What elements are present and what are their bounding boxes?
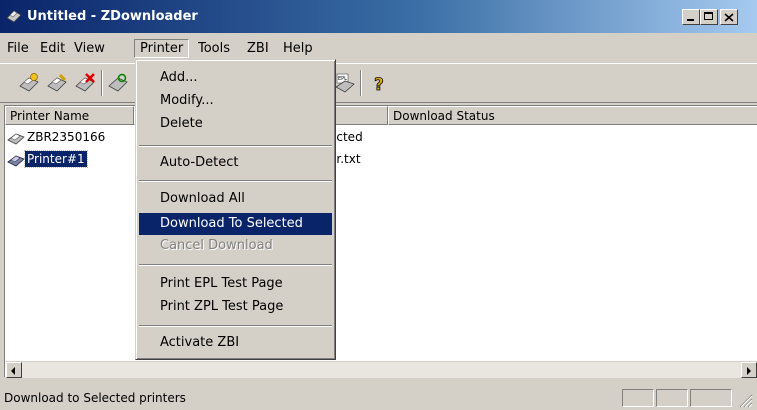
printer-name: ZBR2350166 <box>27 130 106 144</box>
table-row[interactable]: Printer#1 er.txt <box>5 150 757 169</box>
minimize-button[interactable] <box>682 9 700 25</box>
menu-zbi[interactable]: ZBI <box>242 39 274 58</box>
main-window: Untitled - ZDownloader File Edit View Pr… <box>0 0 757 410</box>
size-grip-icon[interactable] <box>737 392 753 408</box>
list-header: Printer Name d File Download Status <box>5 106 757 125</box>
status-panel <box>622 389 654 407</box>
arrow-left-icon <box>11 367 15 375</box>
printer-list[interactable]: Printer Name d File Download Status ZBR2… <box>4 105 757 377</box>
horizontal-scrollbar[interactable] <box>6 361 757 378</box>
menu-separator <box>139 145 332 147</box>
window-title: Untitled - ZDownloader <box>27 9 198 24</box>
printer-name-cell: ZBR2350166 <box>7 128 107 147</box>
status-bar: Download to Selected printers <box>0 386 757 410</box>
scroll-left-button[interactable] <box>6 362 22 378</box>
table-row[interactable]: ZBR2350166 ected <box>5 128 757 147</box>
print-epl-icon[interactable]: EPL <box>334 72 356 94</box>
title-bar[interactable]: Untitled - ZDownloader <box>0 0 757 33</box>
printer-icon <box>7 133 25 144</box>
close-icon <box>724 13 734 22</box>
menu-item-delete[interactable]: Delete <box>139 113 332 135</box>
menu-edit[interactable]: Edit <box>35 39 70 58</box>
menu-item-modify[interactable]: Modify... <box>139 90 332 112</box>
toolbar: EPL ? <box>0 63 757 103</box>
delete-printer-icon[interactable] <box>74 72 96 94</box>
printer-name: Printer#1 <box>24 150 88 168</box>
menu-item-add[interactable]: Add... <box>139 67 332 89</box>
menu-help[interactable]: Help <box>278 39 318 58</box>
menu-bar: File Edit View Printer Tools ZBI Help <box>0 36 757 61</box>
modify-printer-icon[interactable] <box>46 72 68 94</box>
status-panel <box>656 389 688 407</box>
column-printer-name[interactable]: Printer Name <box>5 106 134 125</box>
menu-item-auto-detect[interactable]: Auto-Detect <box>139 152 332 174</box>
status-text: Download to Selected printers <box>4 391 186 405</box>
arrow-right-icon <box>747 367 751 375</box>
menu-separator <box>139 325 332 327</box>
toolbar-separator <box>360 70 362 96</box>
menu-separator <box>139 264 332 266</box>
menu-separator <box>139 180 332 182</box>
menu-item-download-to-selected[interactable]: Download To Selected <box>139 213 332 235</box>
status-panel <box>690 389 732 407</box>
autodetect-icon[interactable] <box>107 72 129 94</box>
menu-item-cancel-download[interactable]: Cancel Download <box>139 235 332 257</box>
printer-menu-dropdown: Add... Modify... Delete Auto-Detect Down… <box>135 59 336 360</box>
column-download-status[interactable]: Download Status <box>388 106 757 125</box>
toolbar-separator <box>101 70 103 96</box>
close-button[interactable] <box>720 9 738 25</box>
menu-tools[interactable]: Tools <box>193 39 235 58</box>
svg-text:?: ? <box>374 75 384 94</box>
menu-item-print-epl-test-page[interactable]: Print EPL Test Page <box>139 273 332 295</box>
menu-file[interactable]: File <box>2 39 34 58</box>
printer-icon <box>7 155 25 166</box>
menu-item-download-all[interactable]: Download All <box>139 188 332 210</box>
menu-printer[interactable]: Printer <box>134 39 190 58</box>
add-printer-icon[interactable] <box>18 72 40 94</box>
scroll-right-button[interactable] <box>741 362 757 378</box>
maximize-button[interactable] <box>700 9 718 25</box>
help-icon[interactable]: ? <box>369 72 391 94</box>
menu-item-activate-zbi[interactable]: Activate ZBI <box>139 332 332 354</box>
app-icon <box>6 10 22 23</box>
menu-view[interactable]: View <box>69 39 110 58</box>
printer-name-cell: Printer#1 <box>7 150 88 169</box>
menu-item-print-zpl-test-page[interactable]: Print ZPL Test Page <box>139 296 332 318</box>
